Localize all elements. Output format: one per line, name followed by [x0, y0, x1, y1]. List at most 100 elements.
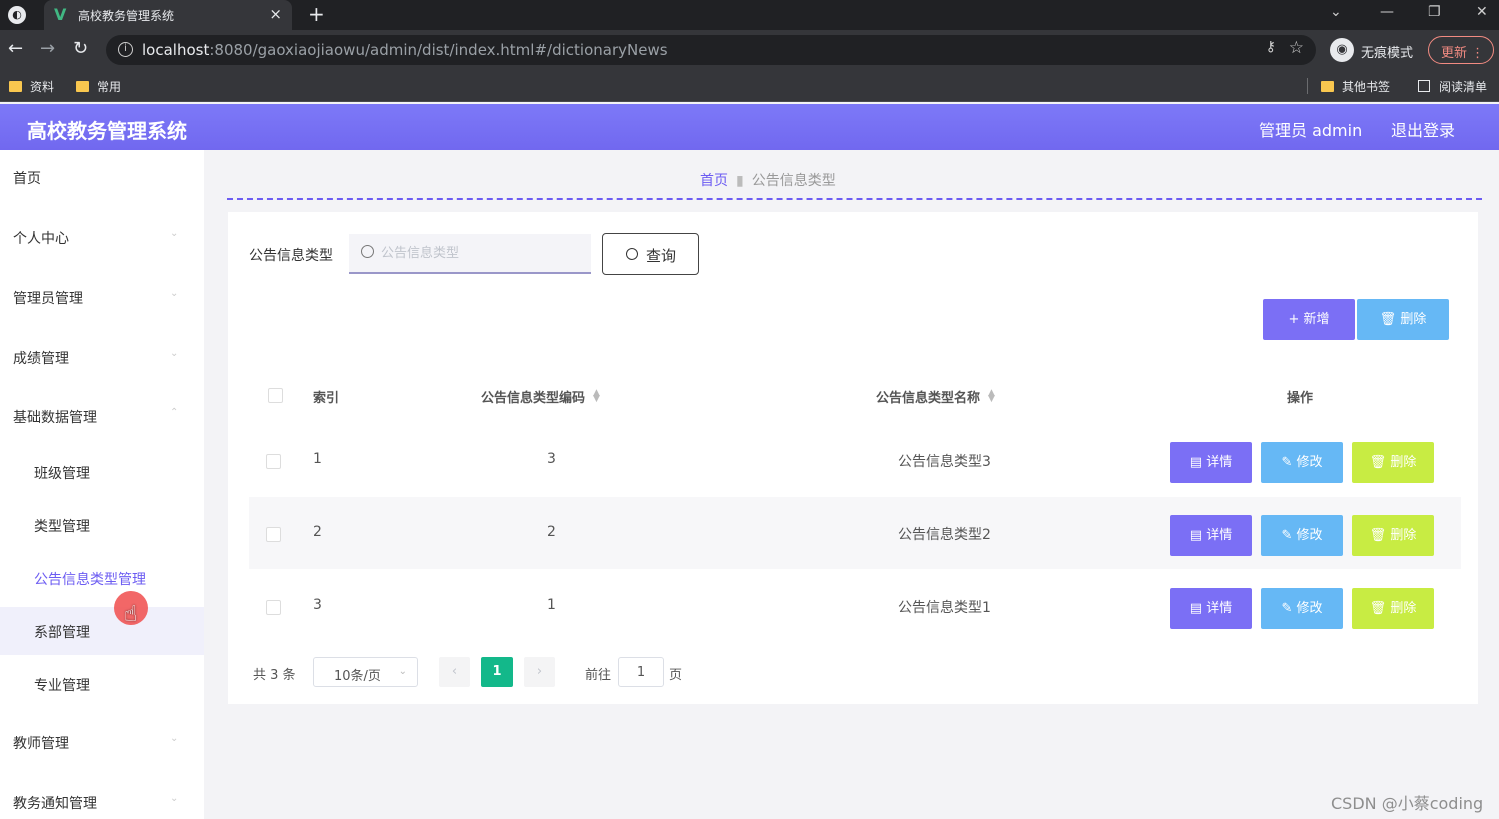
sidebar-item-grades-management[interactable]: 成绩管理 ⌄ [0, 337, 204, 377]
chevron-down-icon: ⌄ [398, 666, 407, 677]
search-label: 公告信息类型 [249, 248, 333, 264]
cell-index: 1 [313, 451, 322, 467]
column-header-code[interactable]: 公告信息类型编码 ▲ ▼ [481, 387, 600, 407]
search-field[interactable] [349, 234, 591, 274]
edit-label: 修改 [1296, 601, 1323, 616]
column-header-ops: 操作 [1287, 391, 1314, 406]
sidebar-item-academic-notice[interactable]: 教务通知管理 ⌄ [0, 782, 204, 819]
delete-button[interactable]: 🗑 删除 [1352, 588, 1434, 629]
sidebar-item-admin-management[interactable]: 管理员管理 ⌄ [0, 277, 204, 317]
edit-button[interactable]: ✎ 修改 [1261, 588, 1343, 629]
query-button[interactable]: 查询 [602, 233, 699, 275]
page-size-value: 10条/页 [334, 669, 381, 684]
forward-icon[interactable]: → [40, 38, 55, 59]
new-tab-button[interactable]: + [308, 2, 325, 26]
delete-label: 删除 [1390, 528, 1417, 543]
reading-list[interactable]: 阅读清单 [1418, 78, 1487, 95]
goto-page-input[interactable] [618, 657, 664, 687]
delete-label: 删除 [1390, 455, 1417, 470]
sidebar-subitem-department[interactable]: 系部管理 [0, 607, 204, 655]
breadcrumb-separator-icon: ▮ [736, 173, 744, 189]
row-checkbox[interactable] [266, 454, 281, 469]
tab-search-icon[interactable]: ⌄ [1330, 4, 1342, 20]
edit-label: 修改 [1296, 455, 1323, 470]
window-close-icon[interactable]: ✕ [1476, 4, 1488, 20]
other-bookmarks[interactable]: 其他书签 [1321, 78, 1390, 95]
minimize-icon[interactable]: — [1380, 4, 1394, 20]
breadcrumb-divider [227, 198, 1482, 200]
edit-button[interactable]: ✎ 修改 [1261, 515, 1343, 556]
reading-list-icon [1418, 80, 1430, 92]
sidebar: 首页 个人中心 ⌄ 管理员管理 ⌄ 成绩管理 ⌄ 基础数据管理 ⌃ 班级管理 类型管理 … [0, 150, 204, 819]
select-all-checkbox[interactable] [268, 388, 283, 403]
next-page-button[interactable]: › [524, 657, 555, 687]
batch-delete-button[interactable]: 🗑 删除 [1357, 299, 1449, 340]
bookmark-folder-changyong[interactable]: 常用 [76, 78, 121, 95]
table-header: 索引 公告信息类型编码 ▲ ▼ 公告信息类型名称 ▲ ▼ 操作 [249, 366, 1461, 424]
update-button[interactable]: 更新 ⋮ [1428, 36, 1494, 64]
cell-name: 公告信息类型2 [898, 527, 991, 543]
delete-button[interactable]: 🗑 删除 [1352, 515, 1434, 556]
vue-favicon-icon: V [54, 5, 67, 24]
sidebar-item-personal-center[interactable]: 个人中心 ⌄ [0, 217, 204, 257]
sidebar-item-label: 公告信息类型管理 [34, 572, 146, 588]
sidebar-item-teacher-management[interactable]: 教师管理 ⌄ [0, 722, 204, 762]
back-icon[interactable]: ← [8, 38, 23, 59]
logout-link[interactable]: 退出登录 [1391, 117, 1455, 141]
row-checkbox[interactable] [266, 600, 281, 615]
sidebar-item-label: 专业管理 [34, 678, 90, 694]
chevron-down-icon: ⌄ [170, 288, 179, 299]
search-icon [626, 248, 638, 260]
sort-icon[interactable]: ▲ ▼ [988, 389, 995, 404]
password-key-icon[interactable]: ⚷ [1266, 39, 1276, 55]
detail-label: 详情 [1206, 601, 1233, 616]
delete-button[interactable]: 🗑 删除 [1352, 442, 1434, 483]
sidebar-item-home[interactable]: 首页 [0, 157, 204, 197]
folder-icon [9, 81, 22, 92]
sidebar-subitem-type[interactable]: 类型管理 [0, 501, 204, 549]
row-checkbox[interactable] [266, 527, 281, 542]
site-info-icon[interactable]: i [118, 42, 133, 57]
cell-code: 1 [547, 597, 556, 613]
add-button[interactable]: + 新增 [1263, 299, 1355, 340]
incognito-label: 无痕模式 [1361, 46, 1414, 61]
page-size-select[interactable]: 10条/页 ⌄ [313, 657, 418, 687]
address-bar[interactable]: i localhost:8080/gaoxiaojiaowu/admin/dis… [106, 35, 1316, 65]
edit-label: 修改 [1296, 528, 1323, 543]
pagination: 共 3 条 10条/页 ⌄ ‹ 1 › 前往 页 [249, 656, 849, 688]
sidebar-subitem-class[interactable]: 班级管理 [0, 448, 204, 496]
detail-button[interactable]: ▤ 详情 [1170, 442, 1252, 483]
sidebar-item-label: 教师管理 [13, 736, 69, 752]
trash-icon: 🗑 [1379, 312, 1397, 327]
sort-icon[interactable]: ▲ ▼ [593, 389, 600, 404]
detail-label: 详情 [1206, 455, 1233, 470]
prev-page-button[interactable]: ‹ [439, 657, 470, 687]
chevron-down-icon: ⌄ [170, 348, 179, 359]
tab-close-icon[interactable]: × [269, 5, 282, 23]
restore-icon[interactable]: ❐ [1428, 4, 1441, 20]
cell-name: 公告信息类型1 [898, 600, 991, 616]
detail-label: 详情 [1206, 528, 1233, 543]
search-icon [361, 245, 374, 258]
breadcrumb-home[interactable]: 首页 [700, 173, 728, 189]
bookmark-star-icon[interactable]: ☆ [1289, 38, 1304, 58]
cell-index: 2 [313, 524, 322, 540]
search-input[interactable] [381, 242, 581, 264]
bookmark-folder-ziliao[interactable]: 资料 [9, 78, 54, 95]
sidebar-item-basic-data[interactable]: 基础数据管理 ⌃ [0, 396, 204, 436]
reload-icon[interactable]: ↻ [73, 38, 88, 59]
page-number-current[interactable]: 1 [481, 657, 513, 687]
detail-button[interactable]: ▤ 详情 [1170, 588, 1252, 629]
sidebar-subitem-major[interactable]: 专业管理 [0, 660, 204, 708]
browser-tab[interactable]: V 高校教务管理系统 × [44, 0, 292, 30]
chevron-down-icon: ⌄ [170, 733, 179, 744]
sidebar-subitem-notice-type[interactable]: 公告信息类型管理 [0, 554, 204, 602]
browser-menu-icon[interactable]: ◐ [8, 6, 26, 24]
sidebar-item-label: 系部管理 [34, 625, 90, 641]
detail-button[interactable]: ▤ 详情 [1170, 515, 1252, 556]
edit-button[interactable]: ✎ 修改 [1261, 442, 1343, 483]
column-header-name[interactable]: 公告信息类型名称 ▲ ▼ [876, 387, 995, 407]
browser-tab-title: 高校教务管理系统 [78, 9, 175, 23]
table-row: 1 3 公告信息类型3 ▤ 详情 ✎ 修改 🗑 删除 [249, 424, 1461, 496]
table-row: 2 2 公告信息类型2 ▤ 详情 ✎ 修改 🗑 删除 [249, 497, 1461, 569]
